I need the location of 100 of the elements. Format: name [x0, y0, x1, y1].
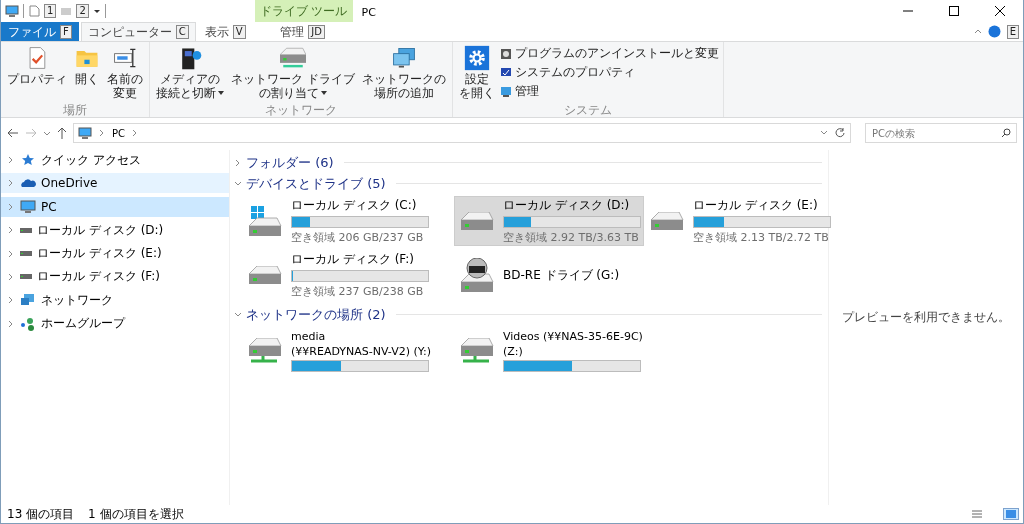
- new-folder-icon: [60, 5, 73, 17]
- group-header[interactable]: ネットワークの場所 (2): [246, 305, 386, 324]
- free-space: 空き領域 237 GB/238 GB: [291, 284, 425, 299]
- recent-locations-button[interactable]: [43, 129, 51, 137]
- drive-icon: [20, 251, 32, 257]
- status-text: 1 個の項目を選択: [88, 505, 184, 523]
- search-field[interactable]: PCの検索: [865, 123, 1017, 143]
- chevron-icon: [98, 129, 106, 137]
- chevron-icon: [234, 310, 242, 319]
- ribbon-button[interactable]: ネットワーク ドライブ の割り当て: [229, 45, 357, 100]
- network-drive-icon: [461, 338, 495, 364]
- drive-name: BD-RE ドライブ (G:): [503, 266, 620, 284]
- drive-name: ローカル ディスク (F:): [291, 251, 415, 268]
- ribbon-button[interactable]: 管理: [499, 83, 719, 100]
- nav-item[interactable]: ネットワーク: [1, 290, 229, 311]
- star-icon: [20, 152, 36, 168]
- drive-tile[interactable]: ローカル ディスク (F:) 空き領域 237 GB/238 GB: [242, 250, 454, 300]
- group-header[interactable]: フォルダー (6): [246, 153, 334, 172]
- dropdown-icon: [92, 7, 101, 15]
- nav-item[interactable]: ローカル ディスク (E:): [1, 243, 229, 264]
- free-space: 空き領域 2.13 TB/2.72 TB: [693, 230, 830, 245]
- ribbon-button[interactable]: ネットワークの 場所の追加: [359, 45, 448, 100]
- drive-name: media: [291, 330, 327, 343]
- program-icon: [499, 47, 512, 60]
- address-bar[interactable]: PC: [73, 123, 851, 143]
- settings-icon: [463, 45, 490, 71]
- search-icon: [1001, 128, 1011, 138]
- network-location-icon: [390, 45, 417, 71]
- properties-icon: [28, 5, 40, 17]
- system-drive-icon: [249, 206, 283, 236]
- ribbon-tab[interactable]: ファイル F: [1, 22, 79, 41]
- drive-tile[interactable]: Videos (¥¥NAS-35-6E-9C) (Z:): [454, 327, 644, 375]
- up-button[interactable]: [57, 127, 67, 139]
- nav-item[interactable]: クイック アクセス: [1, 150, 229, 170]
- drive-tile[interactable]: media (¥¥READYNAS-NV-V2) (Y:): [242, 327, 454, 375]
- drive-icon: [20, 274, 32, 280]
- network-drive-icon: [249, 338, 283, 364]
- computer-icon: [5, 5, 19, 17]
- dropdown-icon: [820, 129, 828, 137]
- ribbon-button[interactable]: メディアの 接続と切断: [154, 45, 226, 100]
- nav-item[interactable]: PC: [1, 196, 229, 217]
- chevron-icon: [234, 179, 242, 188]
- chevron-icon: [7, 202, 15, 211]
- chevron-icon: [7, 156, 15, 164]
- maximize-icon: [949, 6, 959, 16]
- drive-icon: [461, 212, 495, 230]
- chevron-icon: [131, 129, 139, 137]
- close-icon: [995, 6, 1005, 16]
- nav-item[interactable]: ホームグループ: [1, 313, 229, 334]
- drive-icon: [249, 266, 283, 284]
- group-label: 場所: [62, 102, 88, 117]
- drive-tile[interactable]: ローカル ディスク (C:) 空き領域 206 GB/237 GB: [242, 196, 454, 246]
- group-header[interactable]: デバイスとドライブ (5): [246, 174, 386, 193]
- drive-name: (Z:): [503, 345, 524, 358]
- ribbon-button[interactable]: 設定 を開く: [456, 45, 497, 100]
- free-space: 空き領域 206 GB/237 GB: [291, 230, 425, 245]
- drive-name: Videos (¥¥NAS-35-6E-9C): [503, 330, 643, 343]
- group-label: ネットワーク: [263, 102, 338, 117]
- back-button[interactable]: [7, 128, 19, 138]
- drive-icon: [651, 212, 685, 230]
- ribbon-button[interactable]: プロパティ: [5, 45, 69, 86]
- large-icons-view-button[interactable]: [1003, 508, 1019, 520]
- drive-tile[interactable]: BD-RE ドライブ (G:): [454, 250, 644, 300]
- drive-tile[interactable]: ローカル ディスク (D:) 空き領域 2.92 TB/3.63 TB: [454, 196, 644, 246]
- ribbon-button[interactable]: プログラムのアンインストールと変更: [499, 45, 719, 62]
- optical-drive-icon: [461, 258, 495, 292]
- nav-item[interactable]: OneDrive: [1, 173, 229, 194]
- refresh-icon: [834, 127, 846, 139]
- chevron-icon: [7, 296, 15, 305]
- keytip: E: [1006, 24, 1019, 39]
- keytip: 1: [44, 4, 57, 18]
- help-icon: [987, 25, 1001, 38]
- chevron-icon: [7, 226, 15, 235]
- drive-name: ローカル ディスク (E:): [693, 197, 819, 214]
- nav-item[interactable]: ローカル ディスク (D:): [1, 220, 229, 241]
- ribbon-button[interactable]: システムのプロパティ: [499, 64, 719, 81]
- dropdown-icon: [218, 91, 224, 95]
- chevron-icon: [7, 319, 15, 328]
- details-view-button[interactable]: [969, 508, 985, 520]
- computer-icon: [78, 127, 92, 139]
- drive-icon: [20, 227, 32, 233]
- computer-icon: [20, 198, 36, 215]
- chevron-icon: [7, 179, 15, 188]
- preview-message: プレビューを利用できません。: [842, 309, 1010, 326]
- computer-management-icon: [499, 85, 512, 98]
- ribbon-button[interactable]: 名前の 変更: [105, 45, 145, 100]
- chevron-icon: [7, 249, 15, 258]
- drive-name: ローカル ディスク (C:): [291, 197, 418, 214]
- forward-button[interactable]: [25, 128, 37, 138]
- system-properties-icon: [499, 66, 512, 79]
- drive-name: (¥¥READYNAS-NV-V2) (Y:): [291, 345, 431, 358]
- contextual-tab-header: ドライブ ツール: [254, 0, 353, 22]
- chevron-icon: [234, 158, 242, 167]
- breadcrumb[interactable]: PC: [112, 127, 125, 139]
- homegroup-icon: [20, 315, 36, 332]
- nav-item[interactable]: ローカル ディスク (F:): [1, 266, 229, 287]
- ribbon-button[interactable]: 開く: [72, 45, 102, 86]
- free-space: 空き領域 2.92 TB/3.63 TB: [503, 230, 640, 245]
- group-label: システム: [562, 102, 613, 117]
- ribbon-tab[interactable]: コンピューター C: [80, 22, 196, 41]
